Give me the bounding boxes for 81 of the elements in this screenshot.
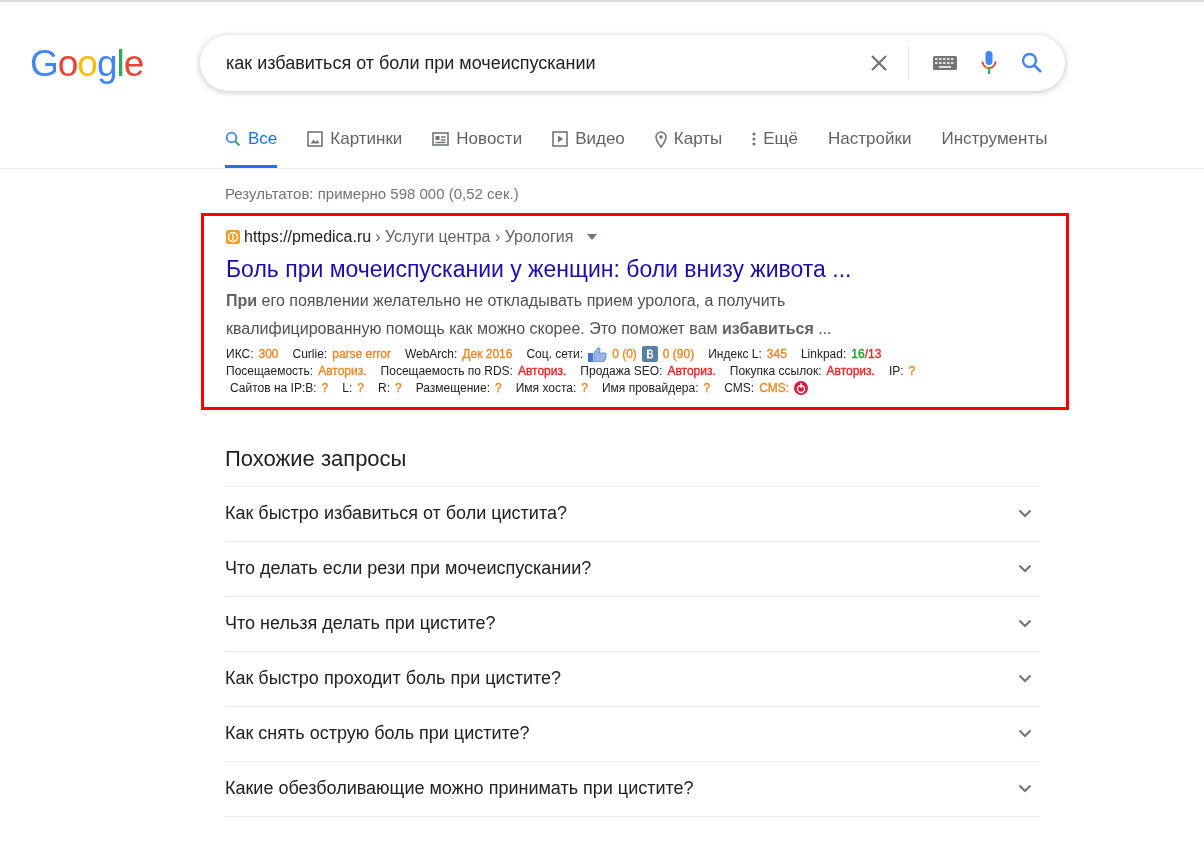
result-stats: Результатов: примерно 598 000 (0,52 сек.) [224, 184, 520, 204]
result-url[interactable]: https://pmedica.ru [244, 228, 372, 246]
search-icon[interactable] [1021, 52, 1043, 74]
metric-label: L: [342, 381, 353, 396]
tab[interactable]: Видео [552, 115, 625, 168]
metric-label: Curlie: [292, 347, 328, 362]
metric-value: ? [357, 381, 364, 396]
map-pin-icon [654, 130, 667, 148]
news-icon [432, 132, 450, 146]
metric-label: Сайтов на IP:B: [230, 381, 317, 396]
tab[interactable]: Ещё [752, 115, 799, 168]
metric-label: Посещаемость: [226, 364, 314, 379]
chevron-icon [1018, 564, 1032, 574]
metric-value: Авториз. [318, 364, 367, 379]
metric-value: 345 [766, 347, 787, 362]
metric-label: Покупка ссылок: [729, 364, 822, 379]
search-field[interactable]: как избавиться от боли при мочеиспускании [226, 52, 870, 74]
tab[interactable]: Инструменты [941, 115, 1048, 168]
metric-value: Авториз. [667, 364, 716, 379]
metric-label: R: [377, 381, 390, 396]
close-icon[interactable] [870, 54, 888, 72]
related-question[interactable]: Как снять острую боль при цистите? [225, 706, 1040, 762]
vk-badge-icon [641, 346, 658, 363]
tab[interactable]: Новости [432, 115, 523, 168]
tab[interactable]: Все [225, 115, 278, 168]
metric-value: parse error [332, 347, 391, 362]
related-question[interactable]: Какие обезболивающие можно принимать при цистите? [225, 761, 1040, 817]
chevron-icon [1018, 729, 1032, 739]
metric-value: Авториз. [517, 364, 567, 379]
search-icon [225, 131, 241, 147]
metric-value: ? [495, 381, 502, 396]
metric-label: WebArch: [404, 347, 458, 362]
thumbs-up-icon [588, 346, 608, 362]
metric-value: Авториз. [826, 364, 875, 379]
metric-value: 16 [851, 347, 865, 362]
metric-value: Дек 2016 [462, 347, 513, 362]
metric-label: Размещение: [415, 381, 490, 396]
chevron-icon [1018, 674, 1032, 684]
metric-value: ? [908, 364, 916, 379]
metric-label: Имя хоста: [515, 381, 577, 396]
metric-label: Продажа SEO: [580, 364, 663, 379]
chevron-icon [1018, 619, 1032, 629]
metric-label: ИКС: [226, 347, 254, 362]
metric-label: Имя провайдера: [602, 381, 699, 396]
result-title-link[interactable]: Боль при мочеиспускании у женщин: боли внизу живота ... [226, 255, 1066, 285]
related-question[interactable]: Что нельзя делать при цистите? [225, 596, 1040, 652]
keyboard-icon[interactable] [933, 56, 957, 70]
metric-value: /13 [864, 347, 882, 362]
microphone-icon[interactable] [981, 51, 997, 75]
metric-label: Посещаемость по RDS: [380, 364, 513, 379]
metric-label: Соц. сети: [526, 347, 584, 362]
metric-value: ? [703, 381, 711, 396]
chevron-icon [1018, 509, 1032, 519]
metric-label: Linkpad: [800, 347, 847, 362]
cms-badge-icon [794, 381, 809, 396]
chevron-icon [1018, 784, 1032, 794]
related-question[interactable]: Как быстро проходит боль при цистите? [225, 651, 1040, 707]
breadcrumb: › Услуги центра › Урология [375, 228, 574, 246]
site-favicon-icon [226, 230, 240, 244]
tab[interactable]: Карты [654, 115, 723, 168]
tab[interactable]: Картинки [307, 115, 403, 168]
metric-value: 300 [258, 347, 279, 362]
metric-value: ? [581, 381, 588, 396]
metric-label: CMS: [724, 381, 755, 396]
metric-value: ? [321, 381, 329, 396]
related-searches-heading: Похожие запросы [225, 445, 1040, 487]
caret-icon[interactable] [587, 234, 598, 240]
metric-label: Индекс L: [708, 347, 762, 362]
more-icon [752, 132, 757, 146]
metric-label: IP: [888, 364, 904, 379]
metric-value: 0 (0) [612, 347, 637, 362]
related-question[interactable]: Как быстро избавиться от боли цистита? [225, 486, 1040, 542]
google-logo[interactable]: Google [30, 44, 200, 82]
image-icon [307, 131, 324, 147]
metric-value: 0 (90) [662, 347, 695, 362]
result-snippet: При его появлении желательно не откладывать прием уролога, а получить квалифицированную помощь как можно скорее. Это поможет вам избавиться ... [226, 290, 833, 339]
metric-value: ? [394, 381, 402, 396]
tab[interactable]: Настройки [828, 115, 912, 168]
related-question[interactable]: Что делать если рези при мочеиспускании? [225, 541, 1040, 597]
video-icon [552, 131, 569, 147]
metric-value: CMS: [759, 381, 790, 396]
